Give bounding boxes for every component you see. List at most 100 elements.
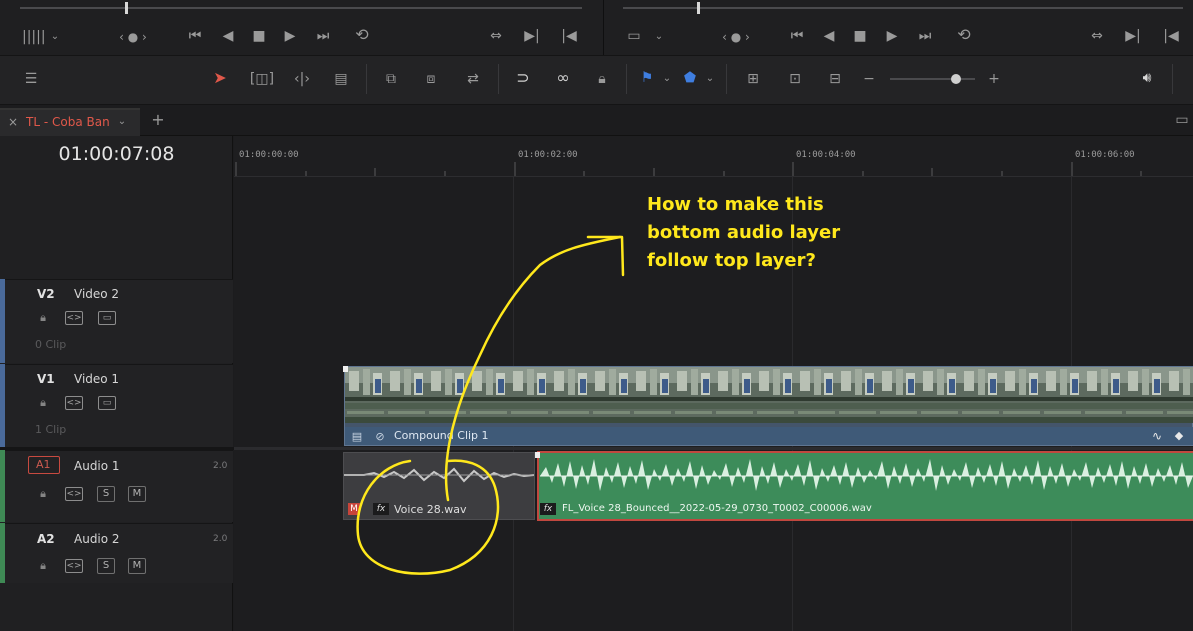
solo-button[interactable]: S: [97, 486, 115, 502]
link-icon[interactable]: ∞: [552, 70, 574, 86]
timeline-scrubber[interactable]: [623, 7, 1183, 9]
track-id: V1: [37, 372, 55, 386]
mute-button[interactable]: M: [128, 486, 146, 502]
annotation-drawing: [356, 235, 625, 575]
selection-tool-icon[interactable]: ➤: [212, 70, 228, 86]
jog-icon[interactable]: ‹ ● ›: [110, 29, 156, 45]
stop-icon[interactable]: ■: [251, 28, 267, 44]
lock-icon[interactable]: 🔒︎: [592, 71, 612, 87]
dynamic-trim-icon[interactable]: ‹|›: [288, 71, 316, 87]
lock-icon[interactable]: 🔒︎: [36, 310, 50, 326]
keyframe-curve-icon[interactable]: ∿: [1148, 428, 1166, 444]
toolbar-divider: [626, 64, 627, 94]
ruler-tick-label: 01:00:00:00: [239, 150, 299, 160]
track-visibility-icon[interactable]: ▭: [98, 396, 116, 410]
viewer-mode-icon[interactable]: ▭: [624, 28, 644, 44]
zoom-full-icon[interactable]: ⊞: [738, 71, 768, 87]
speaker-icon[interactable]: 🔊︎: [1138, 70, 1156, 86]
keyframe-icon[interactable]: ◆: [1172, 428, 1186, 444]
channel-format: 2.0: [213, 534, 228, 544]
marker-icon[interactable]: ⬟: [683, 70, 697, 86]
loop-icon[interactable]: ⟲: [350, 27, 374, 43]
ruler-ticks: [235, 162, 1142, 176]
prev-mark-icon[interactable]: |◀: [1162, 28, 1180, 44]
flag-icon[interactable]: ⚑: [640, 70, 654, 86]
timeline-tab-label[interactable]: TL - Coba Ban: [26, 115, 110, 129]
viewer-divider: [603, 0, 604, 55]
timeline-tab-row: [0, 106, 1193, 136]
loop-icon[interactable]: ⟲: [952, 27, 976, 43]
toolbar-divider: [1172, 64, 1173, 94]
chevron-down-icon[interactable]: ⌄: [661, 71, 673, 87]
insert-clip-icon[interactable]: ⧉: [378, 71, 404, 87]
lock-icon[interactable]: 🔒︎: [36, 558, 50, 574]
solo-button[interactable]: S: [97, 558, 115, 574]
zoom-in-icon[interactable]: +: [987, 71, 1001, 87]
play-icon[interactable]: ▶: [282, 28, 298, 44]
close-icon[interactable]: ×: [6, 114, 20, 130]
zoom-slider-knob[interactable]: [951, 74, 961, 84]
timeline-view-options-icon[interactable]: ☰: [18, 71, 44, 87]
auto-select-icon[interactable]: <>: [65, 559, 83, 573]
next-mark-icon[interactable]: ▶|: [1124, 28, 1142, 44]
jog-icon[interactable]: ‹ ● ›: [713, 29, 759, 45]
auto-select-icon[interactable]: <>: [65, 487, 83, 501]
lock-icon[interactable]: 🔒︎: [36, 486, 50, 502]
panel-options-icon[interactable]: ▭: [1172, 112, 1192, 128]
track-color-bar: [0, 279, 5, 363]
chevron-down-icon[interactable]: ⌄: [48, 29, 62, 45]
prev-mark-icon[interactable]: |◀: [560, 28, 578, 44]
play-reverse-icon[interactable]: ◀: [821, 28, 837, 44]
snapping-icon[interactable]: ⊃: [512, 70, 534, 86]
ruler-tick-label: 01:00:02:00: [518, 150, 578, 160]
play-icon[interactable]: ▶: [884, 28, 900, 44]
trim-tool-icon[interactable]: [◫]: [248, 71, 276, 87]
skip-back-icon[interactable]: ⏮: [184, 28, 206, 44]
mute-button[interactable]: M: [128, 558, 146, 574]
track-name[interactable]: Video 1: [74, 372, 119, 386]
annotation-line: follow top layer?: [647, 250, 816, 271]
track-color-bar: [0, 364, 5, 447]
chevron-down-icon[interactable]: ⌄: [704, 71, 716, 87]
zoom-detail-icon[interactable]: ⊡: [780, 71, 810, 87]
match-frame-icon[interactable]: ⇔: [1086, 28, 1108, 44]
timecode-display[interactable]: 01:00:07:08: [0, 143, 233, 165]
toolbar-divider: [366, 64, 367, 94]
track-visibility-icon[interactable]: ▭: [98, 311, 116, 325]
zoom-custom-icon[interactable]: ⊟: [820, 71, 850, 87]
toolbar-divider: [498, 64, 499, 94]
channel-format: 2.0: [213, 461, 228, 471]
play-reverse-icon[interactable]: ◀: [220, 28, 236, 44]
track-id: A1: [36, 458, 51, 471]
annotation-line: How to make this: [647, 194, 824, 215]
waveform-icon[interactable]: |||||: [22, 29, 46, 45]
auto-select-icon[interactable]: <>: [65, 396, 83, 410]
toolbar-divider: [726, 64, 727, 94]
track-name[interactable]: Audio 1: [74, 459, 120, 473]
add-tab-icon[interactable]: +: [150, 112, 166, 128]
blade-tool-icon[interactable]: ▤: [328, 71, 354, 87]
chevron-down-icon[interactable]: ⌄: [116, 114, 128, 130]
lock-icon[interactable]: 🔒︎: [36, 395, 50, 411]
clip-count: 0 Clip: [35, 338, 67, 351]
skip-forward-icon[interactable]: ⏭: [312, 28, 334, 44]
clip-count: 1 Clip: [35, 423, 67, 436]
next-mark-icon[interactable]: ▶|: [523, 28, 541, 44]
replace-clip-icon[interactable]: ⇄: [458, 71, 488, 87]
skip-back-icon[interactable]: ⏮: [786, 28, 808, 44]
track-name[interactable]: Video 2: [74, 287, 119, 301]
zoom-slider-track[interactable]: [890, 78, 975, 80]
track-name[interactable]: Audio 2: [74, 532, 120, 546]
overwrite-clip-icon[interactable]: ⧈: [418, 71, 444, 87]
zoom-out-icon[interactable]: −: [862, 71, 876, 87]
ruler-tick-label: 01:00:04:00: [796, 150, 856, 160]
auto-select-icon[interactable]: <>: [65, 311, 83, 325]
ruler-tick-label: 01:00:06:00: [1075, 150, 1135, 160]
chevron-down-icon[interactable]: ⌄: [652, 29, 666, 45]
source-playhead[interactable]: [125, 2, 128, 14]
match-frame-icon[interactable]: ⇔: [485, 28, 507, 44]
source-scrubber[interactable]: [20, 7, 582, 9]
skip-forward-icon[interactable]: ⏭: [914, 28, 936, 44]
timeline-playhead-handle[interactable]: [697, 2, 700, 14]
stop-icon[interactable]: ■: [852, 28, 868, 44]
